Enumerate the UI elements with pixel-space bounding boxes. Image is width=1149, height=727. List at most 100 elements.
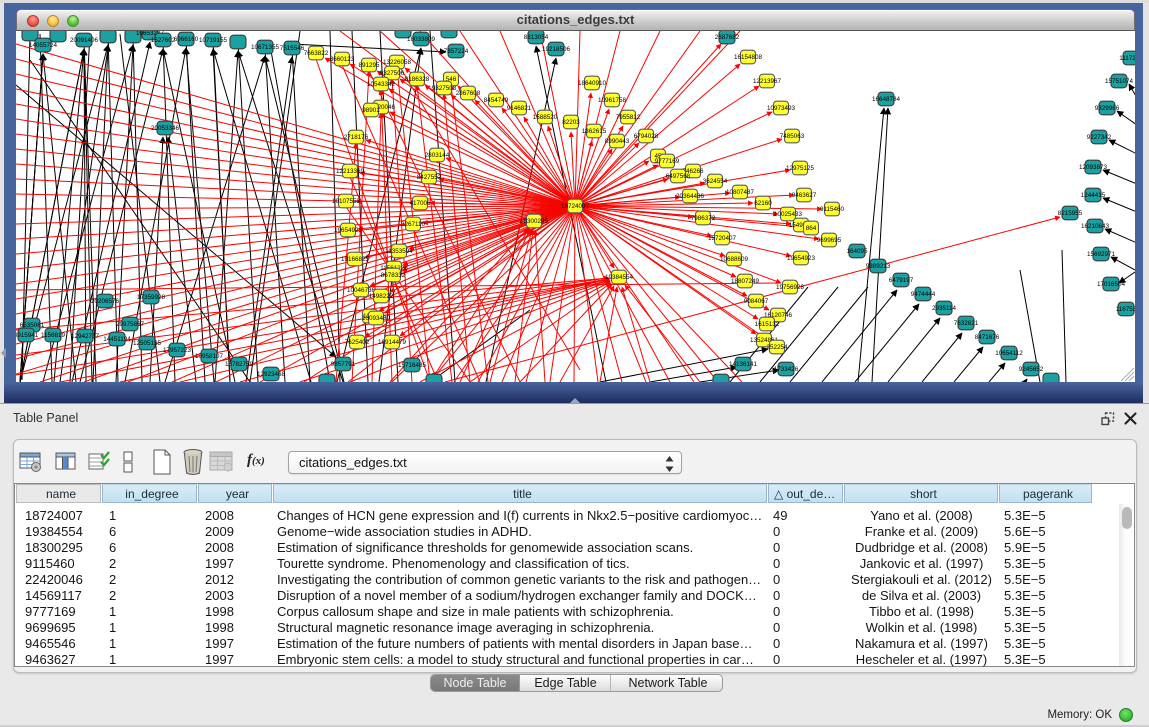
svg-text:8678332: 8678332 [381, 272, 406, 279]
svg-text:12213369: 12213369 [336, 168, 365, 175]
svg-text:2935114: 2935114 [932, 305, 957, 312]
svg-text:1733426: 1733426 [774, 366, 799, 373]
svg-text:10958107: 10958107 [195, 353, 224, 360]
svg-text:98901: 98901 [362, 107, 380, 114]
svg-text:12093873: 12093873 [1079, 164, 1108, 171]
svg-text:164095: 164095 [846, 248, 868, 255]
svg-text:7357224: 7357224 [444, 48, 469, 55]
svg-text:8813054: 8813054 [524, 34, 549, 41]
svg-text:7955812: 7955812 [616, 114, 641, 121]
svg-text:9115460: 9115460 [820, 206, 845, 213]
svg-text:9463627: 9463627 [792, 192, 817, 199]
svg-text:7632621: 7632621 [954, 320, 979, 327]
svg-text:8990443: 8990443 [605, 138, 630, 145]
svg-text:18300295: 18300295 [520, 218, 549, 225]
svg-text:891295: 891295 [358, 62, 380, 69]
svg-text:82203: 82203 [562, 119, 580, 126]
svg-text:18724007: 18724007 [561, 203, 590, 210]
svg-text:6497568: 6497568 [666, 173, 691, 180]
svg-text:9329966: 9329966 [1095, 105, 1120, 112]
svg-text:13226058: 13226058 [383, 59, 412, 66]
svg-text:116753: 116753 [1116, 306, 1135, 313]
svg-text:2718176: 2718176 [344, 134, 369, 141]
svg-text:1117262: 1117262 [1119, 55, 1135, 62]
svg-text:6966160: 6966160 [174, 36, 199, 43]
svg-text:18807249: 18807249 [731, 278, 760, 285]
svg-text:12975125: 12975125 [786, 165, 815, 172]
svg-text:20206576: 20206576 [91, 298, 120, 305]
svg-text:10973493: 10973493 [767, 105, 796, 112]
svg-text:9389213: 9389213 [866, 263, 891, 270]
svg-text:9327506: 9327506 [380, 70, 405, 77]
svg-text:9777169: 9777169 [655, 158, 680, 165]
svg-text:8471676: 8471676 [975, 334, 1000, 341]
svg-text:1498222: 1498222 [369, 293, 394, 300]
svg-text:10961758: 10961758 [598, 97, 627, 104]
svg-text:12942737: 12942737 [71, 333, 100, 340]
svg-text:10688609: 10688609 [720, 256, 749, 263]
svg-text:10543342: 10543342 [367, 81, 396, 88]
svg-text:8427552: 8427552 [417, 174, 442, 181]
svg-text:10093489: 10093489 [362, 315, 391, 322]
svg-text:2803144: 2803144 [425, 152, 450, 159]
svg-text:16782759: 16782759 [225, 361, 254, 368]
svg-text:10107553: 10107553 [332, 198, 361, 205]
svg-text:15720407: 15720407 [708, 235, 737, 242]
svg-text:7663822: 7663822 [304, 50, 329, 57]
svg-text:9227342: 9227342 [1087, 134, 1112, 141]
svg-text:1244415: 1244415 [1081, 192, 1106, 199]
svg-text:15692971: 15692971 [1087, 251, 1116, 258]
svg-text:19166825: 19166825 [341, 256, 370, 263]
svg-text:19654923: 19654923 [334, 227, 363, 234]
svg-text:15716485: 15716485 [398, 362, 427, 369]
svg-text:29975867: 29975867 [116, 321, 145, 328]
svg-text:14451194: 14451194 [103, 336, 131, 343]
svg-text:10025433: 10025433 [774, 211, 803, 218]
svg-text:16648784: 16648784 [872, 96, 901, 103]
svg-text:2867608: 2867608 [456, 90, 481, 97]
svg-text:19384554: 19384554 [605, 274, 634, 281]
svg-text:1588520: 1588520 [533, 114, 558, 121]
svg-text:6794028: 6794028 [634, 133, 659, 140]
svg-text:9084067: 9084067 [744, 298, 769, 305]
svg-text:3915941: 3915941 [16, 332, 39, 339]
svg-text:864: 864 [806, 225, 817, 232]
svg-text:252254: 252254 [766, 344, 788, 351]
svg-text:9857791: 9857791 [331, 361, 356, 368]
svg-text:18640910: 18640910 [578, 80, 607, 87]
svg-text:9699695: 9699695 [817, 237, 842, 244]
svg-text:6479197: 6479197 [889, 277, 914, 284]
svg-text:9474444: 9474444 [911, 291, 936, 298]
svg-text:10671355: 10671355 [251, 44, 280, 51]
svg-text:9327508: 9327508 [432, 85, 457, 92]
svg-text:20091406: 20091406 [70, 37, 99, 44]
svg-text:16033809: 16033809 [407, 36, 436, 43]
svg-text:3624554: 3624554 [703, 178, 728, 185]
svg-text:20053346: 20053346 [151, 125, 180, 132]
svg-text:14055724: 14055724 [29, 42, 58, 49]
svg-text:3267110: 3267110 [401, 221, 426, 228]
svg-text:12923468: 12923468 [257, 371, 286, 378]
svg-text:19756928: 19756928 [776, 284, 805, 291]
svg-text:62160: 62160 [754, 200, 772, 207]
svg-text:14136141: 14136141 [729, 361, 758, 368]
svg-text:20364436: 20364436 [676, 193, 705, 200]
svg-text:2687682: 2687682 [715, 34, 740, 41]
svg-text:19218506: 19218506 [542, 46, 571, 53]
svg-text:7986372: 7986372 [691, 215, 716, 222]
svg-text:7485063: 7485063 [780, 133, 805, 140]
svg-text:16154808: 16154808 [734, 54, 763, 61]
svg-text:11353594: 11353594 [385, 248, 413, 255]
svg-text:1615132: 1615132 [755, 321, 780, 328]
svg-text:19654923: 19654923 [787, 255, 816, 262]
svg-text:16914479: 16914479 [378, 339, 407, 346]
svg-text:8454749: 8454749 [484, 97, 509, 104]
svg-text:12213967: 12213967 [753, 78, 782, 85]
svg-text:17359928: 17359928 [137, 294, 166, 301]
svg-text:10807487: 10807487 [726, 189, 755, 196]
svg-text:8186328: 8186328 [405, 76, 430, 83]
svg-text:10719155: 10719155 [199, 37, 228, 44]
svg-text:7625402: 7625402 [345, 339, 370, 346]
svg-text:9245652: 9245652 [1019, 366, 1044, 373]
svg-text:7515546: 7515546 [280, 45, 305, 52]
